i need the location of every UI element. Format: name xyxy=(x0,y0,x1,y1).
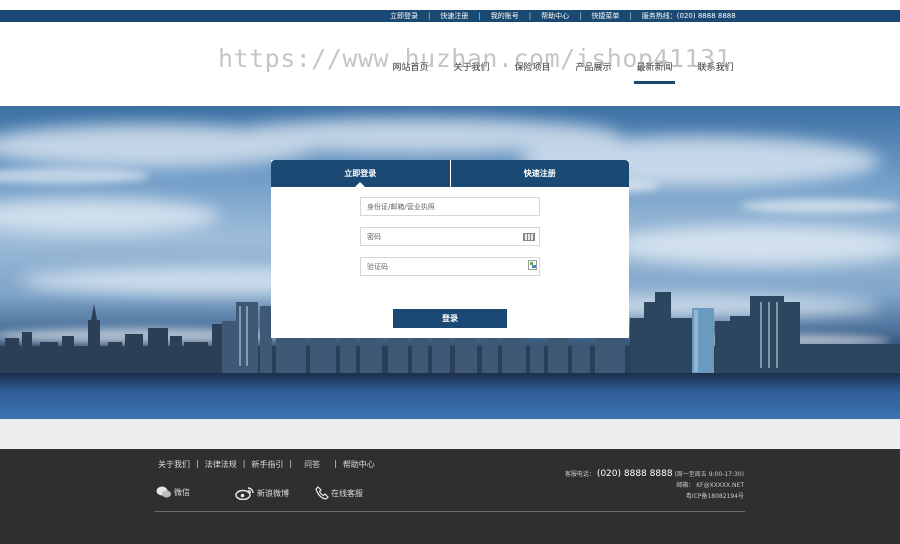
social-weibo[interactable]: 新浪微博 xyxy=(235,486,289,500)
footer-contact: 客服电话： (020) 8888 8888 (周一至周五 9:00-17:30)… xyxy=(565,469,744,502)
section-divider xyxy=(0,419,900,449)
login-panel: 立即登录 快速注册 登录 xyxy=(271,160,629,338)
separator: | xyxy=(242,459,246,468)
password-input[interactable] xyxy=(367,232,517,241)
separator: | xyxy=(334,459,337,468)
separator: | xyxy=(428,12,431,20)
tab-login[interactable]: 立即登录 xyxy=(271,160,450,187)
topbar-help-link[interactable]: 帮助中心 xyxy=(541,11,569,21)
topbar-hotline: (020) 8888 8888 xyxy=(676,12,736,20)
service-hours: (周一至周五 9:00-17:30) xyxy=(674,471,744,478)
email-label: 邮箱： xyxy=(676,482,695,489)
tab-register[interactable]: 快速注册 xyxy=(449,160,630,187)
watermark-text: https://www.huzhan.com/ishop41131 xyxy=(218,44,732,73)
wechat-icon xyxy=(156,486,171,498)
header: 网站首页 关于我们 保险项目 产品展示 最新新闻 联系我们 https://ww… xyxy=(0,22,900,106)
captcha-input[interactable] xyxy=(367,262,517,271)
account-field xyxy=(360,197,540,216)
keyboard-icon[interactable] xyxy=(523,233,535,241)
footer-link-about[interactable]: 关于我们 xyxy=(158,459,190,470)
separator: | xyxy=(196,459,199,468)
floor-reflection xyxy=(0,373,900,419)
login-button[interactable]: 登录 xyxy=(393,309,507,328)
footer-link-help[interactable]: 帮助中心 xyxy=(343,459,375,470)
topbar-account-link[interactable]: 我的账号 xyxy=(491,11,519,21)
weibo-label: 新浪微博 xyxy=(257,488,289,498)
login-tabs: 立即登录 快速注册 xyxy=(271,160,629,187)
separator: | xyxy=(629,12,632,20)
footer-link-law[interactable]: 法律法规 xyxy=(205,459,237,470)
footer-divider xyxy=(155,511,745,512)
top-bar-links: 立即登录 | 快速注册 | 我的账号 | 帮助中心 | 快捷菜单 | 服务热线：… xyxy=(390,10,736,22)
footer-links: 关于我们 | 法律法规 | 新手指引 | 问答 | 帮助中心 xyxy=(158,459,375,470)
password-field xyxy=(360,227,540,246)
weibo-icon xyxy=(235,487,254,500)
icp-number: 粤ICP备18082194号 xyxy=(685,493,744,500)
topbar-quickmenu-link[interactable]: 快捷菜单 xyxy=(591,11,619,21)
topbar-register-link[interactable]: 快速注册 xyxy=(440,11,468,21)
separator: | xyxy=(528,12,532,20)
captcha-image-icon[interactable] xyxy=(528,260,537,270)
separator: | xyxy=(478,12,481,20)
footer: 关于我们 | 法律法规 | 新手指引 | 问答 | 帮助中心 微信 新浪微博 在… xyxy=(0,449,900,544)
top-bar: 立即登录 | 快速注册 | 我的账号 | 帮助中心 | 快捷菜单 | 服务热线：… xyxy=(0,10,900,22)
topbar-hotline-label: 服务热线： xyxy=(641,12,677,20)
phone-icon xyxy=(315,486,329,500)
service-label: 在线客服 xyxy=(331,488,363,498)
phone-number: (020) 8888 8888 xyxy=(596,469,673,479)
topbar-login-link[interactable]: 立即登录 xyxy=(390,11,418,21)
footer-link-faq[interactable]: 问答 xyxy=(304,459,320,470)
email-address: KF@XXXXX.NET xyxy=(696,482,744,489)
separator: | xyxy=(579,12,582,20)
phone-label: 客服电话： xyxy=(564,471,595,478)
captcha-field xyxy=(360,257,540,276)
account-input[interactable] xyxy=(367,202,517,211)
footer-link-guide[interactable]: 新手指引 xyxy=(251,459,283,470)
social-service[interactable]: 在线客服 xyxy=(315,486,363,500)
social-wechat[interactable]: 微信 xyxy=(156,486,190,499)
wechat-label: 微信 xyxy=(174,488,190,497)
separator: | xyxy=(289,459,293,468)
